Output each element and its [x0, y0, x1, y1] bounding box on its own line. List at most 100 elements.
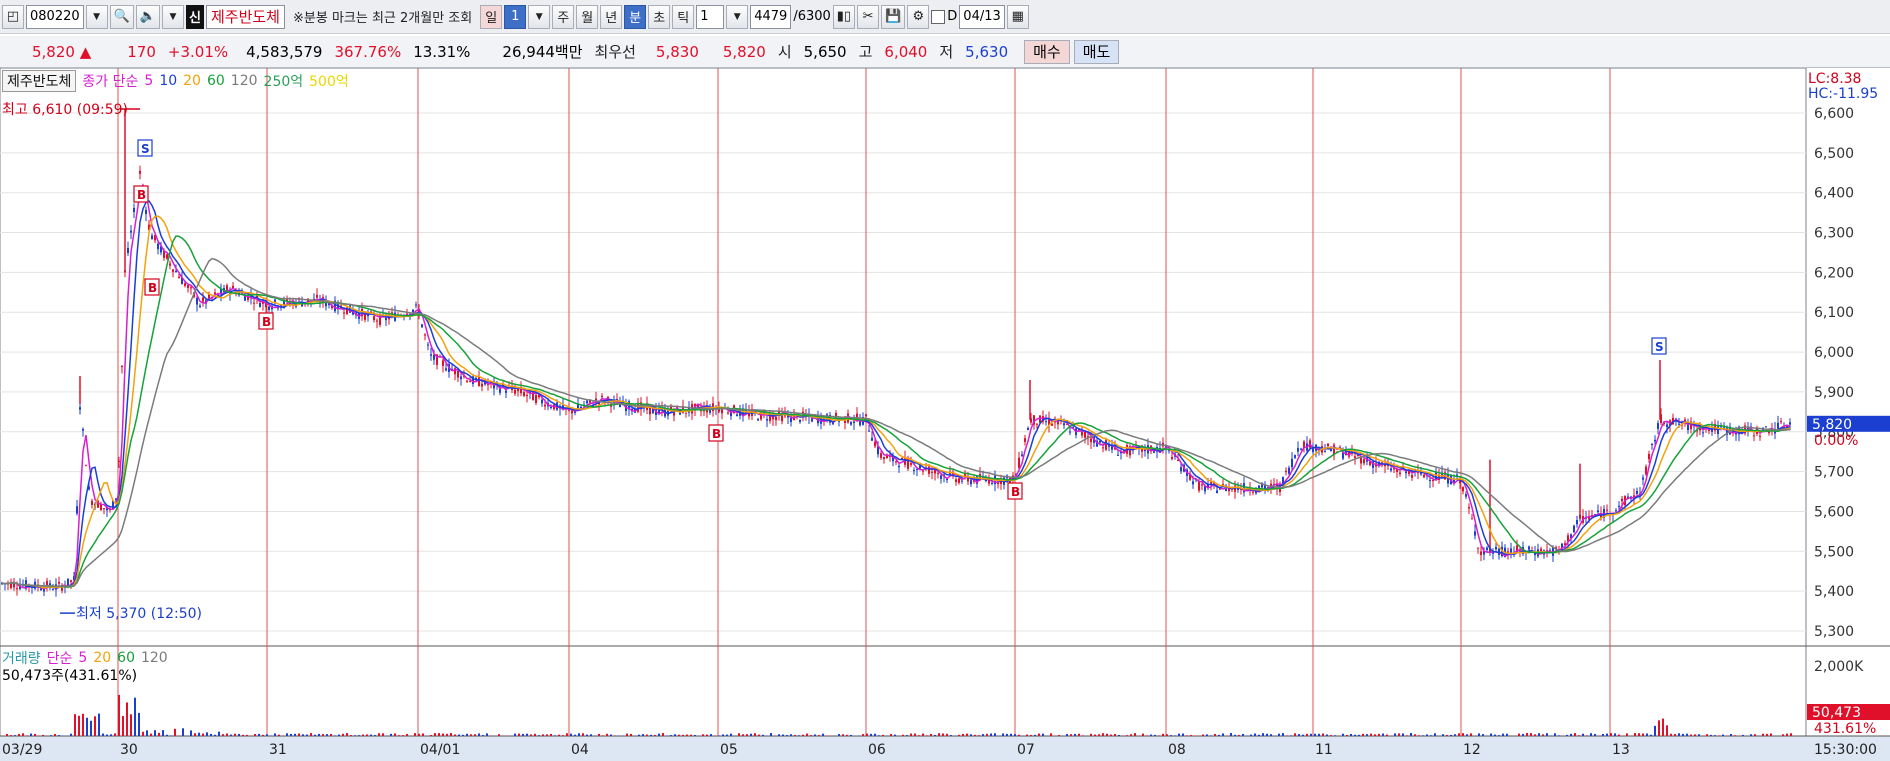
- volume-bar: [330, 733, 332, 736]
- y-tick-label: 6,500: [1814, 146, 1854, 162]
- save-icon[interactable]: 💾: [881, 4, 906, 29]
- volume-bar: [1278, 733, 1280, 736]
- amount250-label: 250억: [263, 74, 304, 90]
- candle-body: [1069, 431, 1071, 433]
- candle-body: [937, 473, 939, 475]
- volume-bar: [1426, 734, 1428, 736]
- volume-bar: [458, 734, 460, 736]
- period-count-button[interactable]: 1: [504, 4, 527, 29]
- volume-bar: [746, 734, 748, 736]
- date-checkbox[interactable]: [931, 9, 946, 24]
- volume-bar: [1258, 734, 1260, 736]
- volume-bar: [794, 735, 796, 736]
- minute-mark-note: ※분봉 마크는 최근 2개월만 조회: [293, 11, 473, 26]
- volume-bar: [1542, 734, 1544, 736]
- chart-area[interactable]: 6,600 6,500 6,400 6,300 6,200 6,100 6,000 5,900…: [0, 67, 1890, 761]
- period-tick-button[interactable]: 틱: [672, 4, 695, 29]
- gear-icon[interactable]: ⚙: [907, 4, 930, 29]
- scissors-icon[interactable]: ✂: [857, 4, 880, 29]
- volume-bar: [1366, 734, 1368, 736]
- volume-bar: [394, 733, 396, 736]
- period-second-button[interactable]: 초: [648, 4, 671, 29]
- candle-body: [1102, 447, 1104, 449]
- calendar-icon[interactable]: ▦: [1006, 4, 1029, 29]
- period-week-button[interactable]: 주: [552, 4, 575, 29]
- current-price: 5,820 ▲: [32, 42, 92, 61]
- candle-body: [856, 413, 858, 418]
- date-input[interactable]: 04/13: [959, 4, 1005, 29]
- volume-bar: [110, 734, 112, 736]
- volume-bar: [1010, 733, 1012, 736]
- chevron-down-icon[interactable]: ▼: [85, 4, 108, 29]
- x-tick-label: 03/29: [2, 742, 42, 758]
- y-tick-label: 6,600: [1814, 106, 1854, 122]
- speaker-icon[interactable]: 🔈: [135, 4, 161, 29]
- volume-bar: [786, 735, 788, 736]
- volume-bar: [1270, 734, 1272, 736]
- search-icon[interactable]: 🔍: [109, 4, 134, 29]
- candle-body: [1486, 547, 1488, 551]
- volume-bar: [1714, 735, 1716, 736]
- volume-bar: [1530, 733, 1532, 736]
- candle-body: [1390, 468, 1392, 471]
- volume-bar: [42, 734, 44, 736]
- sell-button[interactable]: 매도: [1073, 39, 1120, 64]
- candle-body: [940, 475, 942, 479]
- volume-bar: [414, 733, 416, 736]
- volume-bar: [1014, 734, 1016, 736]
- volume-bar: [1394, 733, 1396, 736]
- candle-body: [1678, 423, 1680, 425]
- volume-bar: [522, 733, 524, 736]
- volume-bar: [970, 734, 972, 736]
- stock-name-field[interactable]: 제주반도체: [205, 4, 285, 29]
- candle-body: [424, 334, 426, 336]
- speaker-dropdown-icon[interactable]: ▼: [162, 4, 185, 29]
- volume-bar: [650, 734, 652, 736]
- volume-bar: [134, 697, 136, 736]
- stock-legend-box[interactable]: 제주반도체: [2, 70, 77, 92]
- period-dropdown-icon[interactable]: ▼: [528, 4, 551, 29]
- candle-body: [601, 395, 603, 398]
- interval-input[interactable]: 1: [696, 4, 725, 29]
- period-year-button[interactable]: 년: [600, 4, 623, 29]
- volume-bar: [942, 733, 944, 736]
- candle-body: [775, 416, 777, 421]
- candle-body: [478, 376, 480, 387]
- candle-body: [1780, 421, 1782, 423]
- candle-body: [1117, 454, 1119, 456]
- y-tick-label: 5,300: [1814, 624, 1854, 640]
- stock-code-input[interactable]: 080220: [26, 4, 84, 29]
- period-minute-button[interactable]: 분: [624, 4, 647, 29]
- volume-bar: [1306, 733, 1308, 736]
- volume-bar: [914, 733, 916, 736]
- candle-body: [727, 412, 729, 414]
- period-month-button[interactable]: 월: [576, 4, 599, 29]
- volume-bar: [602, 735, 604, 736]
- candle-settings-icon[interactable]: ▮▯: [832, 4, 856, 29]
- volume-bar: [1118, 735, 1120, 736]
- volume-bar: [1682, 733, 1684, 736]
- layout-icon[interactable]: ◰: [2, 4, 24, 29]
- volume-ratio: 367.76%: [334, 42, 402, 61]
- interval-dropdown-icon[interactable]: ▼: [726, 4, 749, 29]
- volume-bar: [878, 735, 880, 736]
- volume-bar: [450, 733, 452, 736]
- candle-body: [52, 589, 54, 591]
- volume-bar: [1406, 735, 1408, 736]
- price-chart-svg[interactable]: 6,600 6,500 6,400 6,300 6,200 6,100 6,000 5,900…: [0, 67, 1890, 761]
- candle-body: [1192, 481, 1194, 485]
- buy-button[interactable]: 매수: [1024, 39, 1070, 64]
- candle-body: [1456, 474, 1458, 476]
- volume-bar: [910, 733, 912, 736]
- high-price: 6,040: [884, 42, 928, 61]
- volume-bar: [558, 734, 560, 736]
- volume-bar: [1546, 733, 1548, 736]
- volume-bar: [346, 733, 348, 736]
- period-day-button[interactable]: 일: [480, 4, 503, 29]
- volume-bar: [74, 714, 76, 736]
- count-input[interactable]: 4479: [750, 4, 792, 29]
- toolbar: ◰ 080220 ▼ 🔍 🔈 ▼ 신 제주반도체 ※분봉 마크는 최근 2개월만…: [0, 0, 1890, 34]
- candle-body: [316, 294, 318, 298]
- x-tick-label: 11: [1315, 742, 1333, 758]
- volume-bar: [1782, 734, 1784, 736]
